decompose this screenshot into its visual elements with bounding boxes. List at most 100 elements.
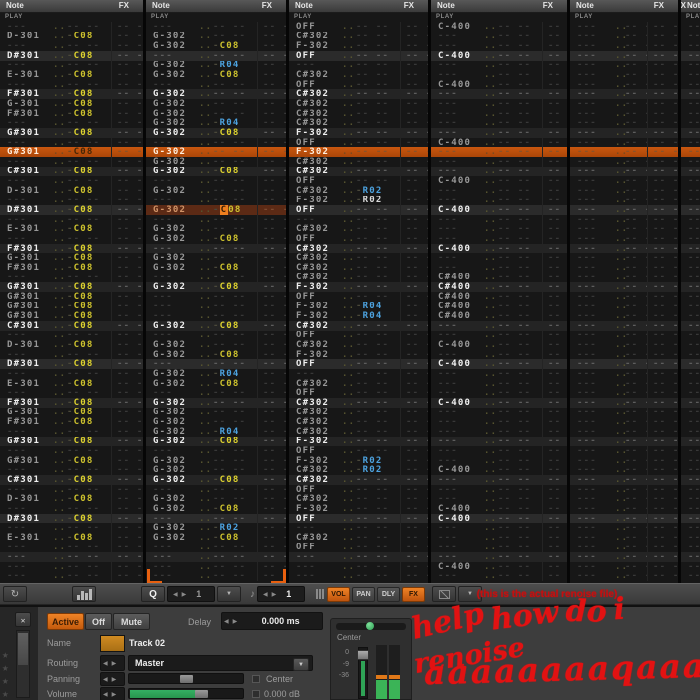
- fx-cell[interactable]: -- --: [257, 273, 286, 283]
- fx-cell[interactable]: -- --: [400, 417, 428, 427]
- note-cell[interactable]: ---: [681, 456, 700, 466]
- fx-cell[interactable]: -- --: [542, 292, 567, 302]
- pattern-row[interactable]: OFF..-- ---- --: [289, 234, 428, 244]
- volume-cell[interactable]: ..: [484, 359, 498, 369]
- effect-cell[interactable]: -- --: [356, 224, 400, 234]
- effect-cell[interactable]: -- --: [356, 282, 400, 292]
- volume-cell[interactable]: ..: [484, 514, 498, 524]
- pattern-row[interactable]: D-301..-C08-- --: [0, 186, 143, 196]
- fx-cell[interactable]: -- --: [400, 224, 428, 234]
- pattern-row[interactable]: ---..-- ---- --: [681, 369, 700, 379]
- note-cell[interactable]: G-302: [146, 321, 199, 331]
- note-cell[interactable]: C#302: [289, 475, 342, 485]
- pattern-row[interactable]: C#302..-- ---- --: [289, 533, 428, 543]
- effect-cell[interactable]: -- --: [213, 485, 257, 495]
- fx-cell[interactable]: -- --: [647, 427, 678, 437]
- effect-cell[interactable]: -- --: [67, 273, 111, 283]
- pattern-row[interactable]: C#400..-- ---- --: [431, 311, 567, 321]
- effect-cell[interactable]: -- --: [67, 504, 111, 514]
- fx-cell[interactable]: -- --: [400, 157, 428, 167]
- fx-cell[interactable]: -- --: [400, 176, 428, 186]
- volume-cell[interactable]: ..: [484, 176, 498, 186]
- note-cell[interactable]: F-302: [289, 504, 342, 514]
- pattern-row[interactable]: ---..-- ---- --: [681, 446, 700, 456]
- note-cell[interactable]: ---: [570, 369, 615, 379]
- fx-cell[interactable]: -- --: [647, 167, 678, 177]
- effect-cell[interactable]: -- --: [498, 157, 542, 167]
- note-cell[interactable]: ---: [681, 417, 700, 427]
- note-cell[interactable]: F-302: [289, 128, 342, 138]
- effect-cell[interactable]: -- --: [625, 514, 647, 524]
- pattern-row[interactable]: ---..-- ---- --: [681, 552, 700, 562]
- effect-cell[interactable]: -C08: [213, 350, 257, 360]
- effect-cell[interactable]: -- --: [498, 253, 542, 263]
- pattern-row[interactable]: G#301..-C08-- --: [0, 311, 143, 321]
- fx-cell[interactable]: -- --: [400, 273, 428, 283]
- note-cell[interactable]: ---: [431, 388, 484, 398]
- fx-cell[interactable]: -- --: [257, 176, 286, 186]
- note-cell[interactable]: ---: [570, 475, 615, 485]
- note-cell[interactable]: ---: [431, 196, 484, 206]
- note-cell[interactable]: ---: [681, 147, 700, 157]
- note-cell[interactable]: G-302: [146, 234, 199, 244]
- pattern-row[interactable]: C#302..-- ---- --: [289, 32, 428, 42]
- effect-cell[interactable]: -- --: [356, 99, 400, 109]
- fx-cell[interactable]: -- --: [400, 475, 428, 485]
- pattern-row[interactable]: ---..-- ---- --: [570, 427, 678, 437]
- fx-cell[interactable]: -- --: [111, 572, 143, 582]
- effect-cell[interactable]: -C08: [67, 263, 111, 273]
- pattern-row[interactable]: ---..-- ---- --: [289, 562, 428, 572]
- pattern-row[interactable]: ---..-- ---- --: [681, 196, 700, 206]
- note-cell[interactable]: ---: [570, 321, 615, 331]
- pattern-row[interactable]: ---..-- ---- --: [681, 475, 700, 485]
- left-arrow-icon[interactable]: ◀: [222, 618, 231, 625]
- volume-cell[interactable]: ..: [484, 504, 498, 514]
- right-arrow-icon[interactable]: ▶: [110, 660, 119, 667]
- fx-cell[interactable]: -- --: [111, 465, 143, 475]
- pattern-row[interactable]: ---..-- ---- --: [681, 205, 700, 215]
- volume-slider-thumb[interactable]: [195, 690, 208, 698]
- note-cell[interactable]: G-302: [146, 475, 199, 485]
- fx-cell[interactable]: -- --: [647, 118, 678, 128]
- note-cell[interactable]: ---: [431, 533, 484, 543]
- volume-cell[interactable]: ..: [342, 359, 356, 369]
- note-cell[interactable]: ---: [0, 138, 53, 148]
- fx-cell[interactable]: -- --: [647, 51, 678, 61]
- pattern-row[interactable]: ---..-- ---- --: [570, 41, 678, 51]
- volume-cell[interactable]: ..: [615, 331, 625, 341]
- fx-cell[interactable]: -- --: [400, 456, 428, 466]
- effect-cell[interactable]: -- --: [213, 99, 257, 109]
- note-cell[interactable]: ---: [570, 302, 615, 312]
- effect-cell[interactable]: -- --: [625, 523, 647, 533]
- effect-cell[interactable]: -C08: [67, 398, 111, 408]
- volume-cell[interactable]: ..: [199, 331, 213, 341]
- pattern-row[interactable]: ---..-- ---- --: [681, 398, 700, 408]
- effect-cell[interactable]: -- --: [213, 273, 257, 283]
- fx-cell[interactable]: -- --: [400, 572, 428, 582]
- pattern-row[interactable]: ---..-- ---- --: [146, 244, 286, 254]
- note-cell[interactable]: ---: [146, 196, 199, 206]
- volume-cell[interactable]: ..: [199, 340, 213, 350]
- pattern-row[interactable]: G-302..-C08-- --: [146, 475, 286, 485]
- quantize-dropdown-button[interactable]: ▼: [217, 586, 241, 602]
- note-cell[interactable]: ---: [681, 523, 700, 533]
- effect-cell[interactable]: -- --: [67, 215, 111, 225]
- volume-cell[interactable]: ..: [53, 408, 67, 418]
- effect-cell[interactable]: -- --: [356, 41, 400, 51]
- fx-cell[interactable]: -- --: [542, 234, 567, 244]
- pattern-row[interactable]: G-302..-C08-- --: [146, 533, 286, 543]
- fx-cell[interactable]: -- --: [400, 311, 428, 321]
- note-cell[interactable]: ---: [0, 504, 53, 514]
- fx-cell[interactable]: -- --: [257, 109, 286, 119]
- effect-cell[interactable]: -- --: [625, 533, 647, 543]
- effect-cell[interactable]: -C08: [67, 32, 111, 42]
- volume-cell[interactable]: ..: [342, 572, 356, 582]
- fx-cell[interactable]: -- --: [542, 543, 567, 553]
- fx-cell[interactable]: -- --: [542, 302, 567, 312]
- note-cell[interactable]: ---: [570, 196, 615, 206]
- volume-cell[interactable]: ..: [484, 147, 498, 157]
- note-cell[interactable]: C-400: [431, 562, 484, 572]
- effect-cell[interactable]: -- --: [625, 22, 647, 32]
- pattern-row[interactable]: D#301..-C08-- --: [0, 359, 143, 369]
- fx-cell[interactable]: -- --: [542, 80, 567, 90]
